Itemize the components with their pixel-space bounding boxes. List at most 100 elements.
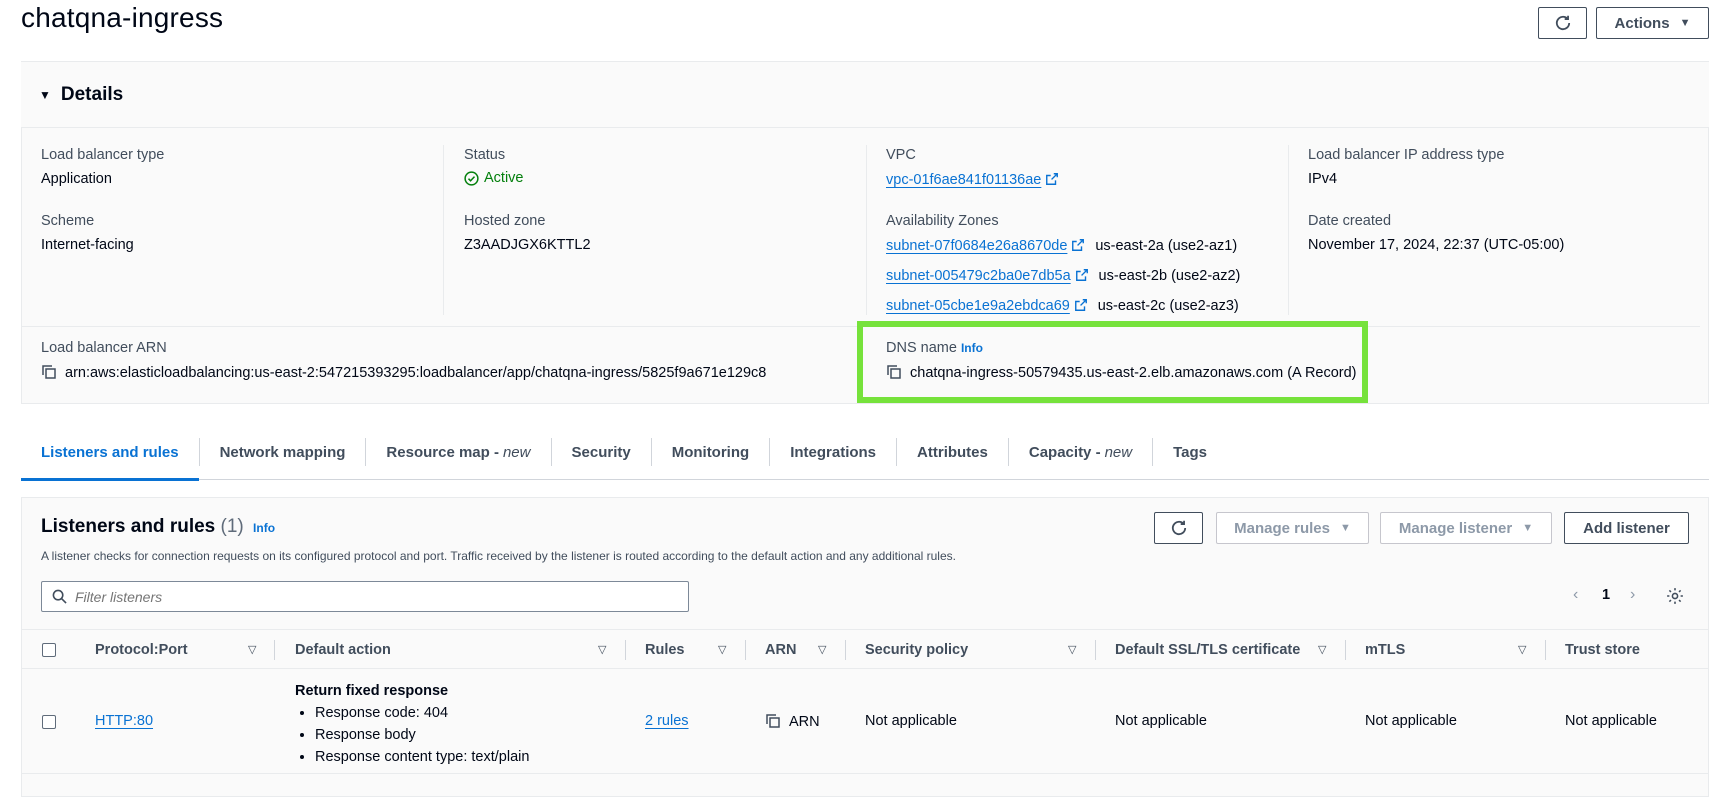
settings-gear-icon[interactable]: [1666, 587, 1684, 608]
tab-monitoring[interactable]: Monitoring: [652, 425, 769, 480]
row-checkbox[interactable]: [42, 715, 56, 729]
availability-zone-item: subnet-005479c2ba0e7db5a us-east-2b (use…: [886, 267, 1240, 284]
select-all-checkbox[interactable]: [42, 643, 56, 657]
manage-rules-button[interactable]: Manage rules ▼: [1216, 512, 1369, 544]
listeners-refresh-button[interactable]: [1154, 512, 1203, 544]
protocol-port-link[interactable]: HTTP:80: [95, 713, 153, 729]
status-badge: Active: [464, 170, 524, 186]
sort-caret-icon[interactable]: ▽: [818, 643, 826, 656]
default-action-title: Return fixed response: [295, 683, 449, 699]
tab-resource-map[interactable]: Resource map - new: [366, 425, 550, 480]
arn-cell: ARN: [765, 713, 820, 730]
copy-icon[interactable]: [765, 713, 781, 729]
listeners-description: A listener checks for connection request…: [41, 549, 956, 563]
column-header-arn[interactable]: ARN: [765, 630, 796, 670]
details-header[interactable]: ▼ Details: [21, 62, 1709, 128]
vpc-link[interactable]: vpc-01f6ae841f01136ae: [886, 171, 1059, 188]
security-policy-cell: Not applicable: [865, 713, 957, 729]
tab-listeners-and-rules[interactable]: Listeners and rules: [21, 425, 199, 481]
date-created-label: Date created: [1308, 213, 1392, 229]
column-header-ssl-certificate[interactable]: Default SSL/TLS certificate: [1115, 630, 1300, 670]
column-header-trust-store[interactable]: Trust store: [1565, 630, 1640, 670]
column-separator: [1095, 640, 1096, 660]
sort-caret-icon[interactable]: ▽: [598, 643, 606, 656]
sort-caret-icon[interactable]: ▽: [248, 643, 256, 656]
filter-listeners-input[interactable]: [75, 588, 655, 605]
manage-rules-label: Manage rules: [1234, 519, 1330, 537]
listeners-info-link[interactable]: Info: [253, 521, 275, 535]
column-separator: [845, 640, 846, 660]
subnet-link[interactable]: subnet-07f0684e26a8670de: [886, 238, 1067, 254]
zone-name: us-east-2c (use2-az3): [1097, 298, 1239, 314]
add-listener-label: Add listener: [1583, 519, 1670, 537]
availability-zones-label: Availability Zones: [886, 213, 999, 229]
tab-capacity[interactable]: Capacity - new: [1009, 425, 1152, 480]
arn-cell-value: ARN: [789, 714, 820, 730]
vpc-link-text[interactable]: vpc-01f6ae841f01136ae: [886, 172, 1041, 188]
search-icon: [52, 589, 67, 604]
tab-attributes[interactable]: Attributes: [897, 425, 1008, 480]
add-listener-button[interactable]: Add listener: [1564, 512, 1689, 544]
list-item: Response body: [315, 724, 529, 746]
availability-zone-item: subnet-07f0684e26a8670de us-east-2a (use…: [886, 237, 1237, 254]
refresh-icon: [1171, 520, 1186, 536]
tab-tags[interactable]: Tags: [1153, 425, 1227, 480]
next-page-icon[interactable]: ›: [1630, 586, 1635, 604]
column-divider: [866, 145, 867, 315]
page-title: chatqna-ingress: [21, 2, 224, 33]
tab-network-mapping[interactable]: Network mapping: [200, 425, 366, 480]
details-title: Details: [60, 83, 124, 105]
previous-page-icon[interactable]: ‹: [1573, 586, 1578, 604]
rules-link[interactable]: 2 rules: [645, 713, 689, 729]
caret-down-icon: ▼: [1679, 16, 1691, 29]
caret-down-icon: ▼: [1339, 521, 1351, 534]
refresh-button[interactable]: [1538, 7, 1587, 39]
status-value: Active: [484, 170, 524, 186]
scheme-value: Internet-facing: [41, 237, 134, 253]
sort-caret-icon[interactable]: ▽: [1518, 643, 1526, 656]
arn-value: arn:aws:elasticloadbalancing:us-east-2:5…: [65, 365, 767, 381]
hosted-zone-value: Z3AADJGX6KTTL2: [464, 237, 591, 253]
zone-name: us-east-2a (use2-az1): [1095, 238, 1238, 254]
sort-caret-icon[interactable]: ▽: [1318, 643, 1326, 656]
ip-address-type-label: Load balancer IP address type: [1308, 147, 1505, 163]
tab-bar: Listeners and rules Network mapping Reso…: [21, 425, 1709, 481]
column-divider: [1288, 145, 1289, 315]
column-header-rules[interactable]: Rules: [645, 630, 685, 670]
dns-highlight-box: [857, 321, 1368, 403]
sort-caret-icon[interactable]: ▽: [1068, 643, 1076, 656]
mtls-cell: Not applicable: [1365, 713, 1457, 729]
column-separator: [274, 640, 275, 660]
check-circle-icon: [464, 170, 479, 186]
column-separator: [745, 640, 746, 660]
load-balancer-type-value: Application: [41, 171, 112, 187]
filter-listeners-field[interactable]: [41, 581, 689, 612]
column-header-default-action[interactable]: Default action: [295, 630, 391, 670]
column-header-security-policy[interactable]: Security policy: [865, 630, 968, 670]
manage-listener-label: Manage listener: [1398, 519, 1513, 537]
date-created-value: November 17, 2024, 22:37 (UTC-05:00): [1308, 237, 1565, 253]
actions-button[interactable]: Actions ▼: [1596, 7, 1709, 39]
tab-integrations[interactable]: Integrations: [770, 425, 896, 480]
column-header-protocol-port[interactable]: Protocol:Port: [95, 630, 188, 670]
page-number[interactable]: 1: [1602, 587, 1610, 603]
column-separator: [1345, 640, 1346, 660]
copy-icon[interactable]: [41, 364, 57, 380]
table-row: HTTP:80 Return fixed response Response c…: [22, 670, 1708, 774]
external-link-icon: [1072, 239, 1085, 251]
zone-name: us-east-2b (use2-az2): [1098, 268, 1241, 284]
listeners-table-header: Protocol:Port ▽ Default action ▽ Rules ▽…: [22, 629, 1708, 669]
subnet-link[interactable]: subnet-05cbe1e9a2ebdca69: [886, 298, 1070, 314]
column-separator: [1545, 640, 1546, 660]
vpc-label: VPC: [886, 147, 916, 163]
external-link-icon: [1074, 299, 1087, 311]
column-header-mtls[interactable]: mTLS: [1365, 630, 1405, 670]
default-action-list: Response code: 404 Response body Respons…: [295, 702, 529, 768]
external-link-icon: [1075, 269, 1088, 281]
subnet-link[interactable]: subnet-005479c2ba0e7db5a: [886, 268, 1071, 284]
caret-down-icon: ▼: [1522, 521, 1534, 534]
tab-security[interactable]: Security: [552, 425, 651, 480]
sort-caret-icon[interactable]: ▽: [718, 643, 726, 656]
manage-listener-button[interactable]: Manage listener ▼: [1380, 512, 1552, 544]
list-item: Response code: 404: [315, 702, 529, 724]
